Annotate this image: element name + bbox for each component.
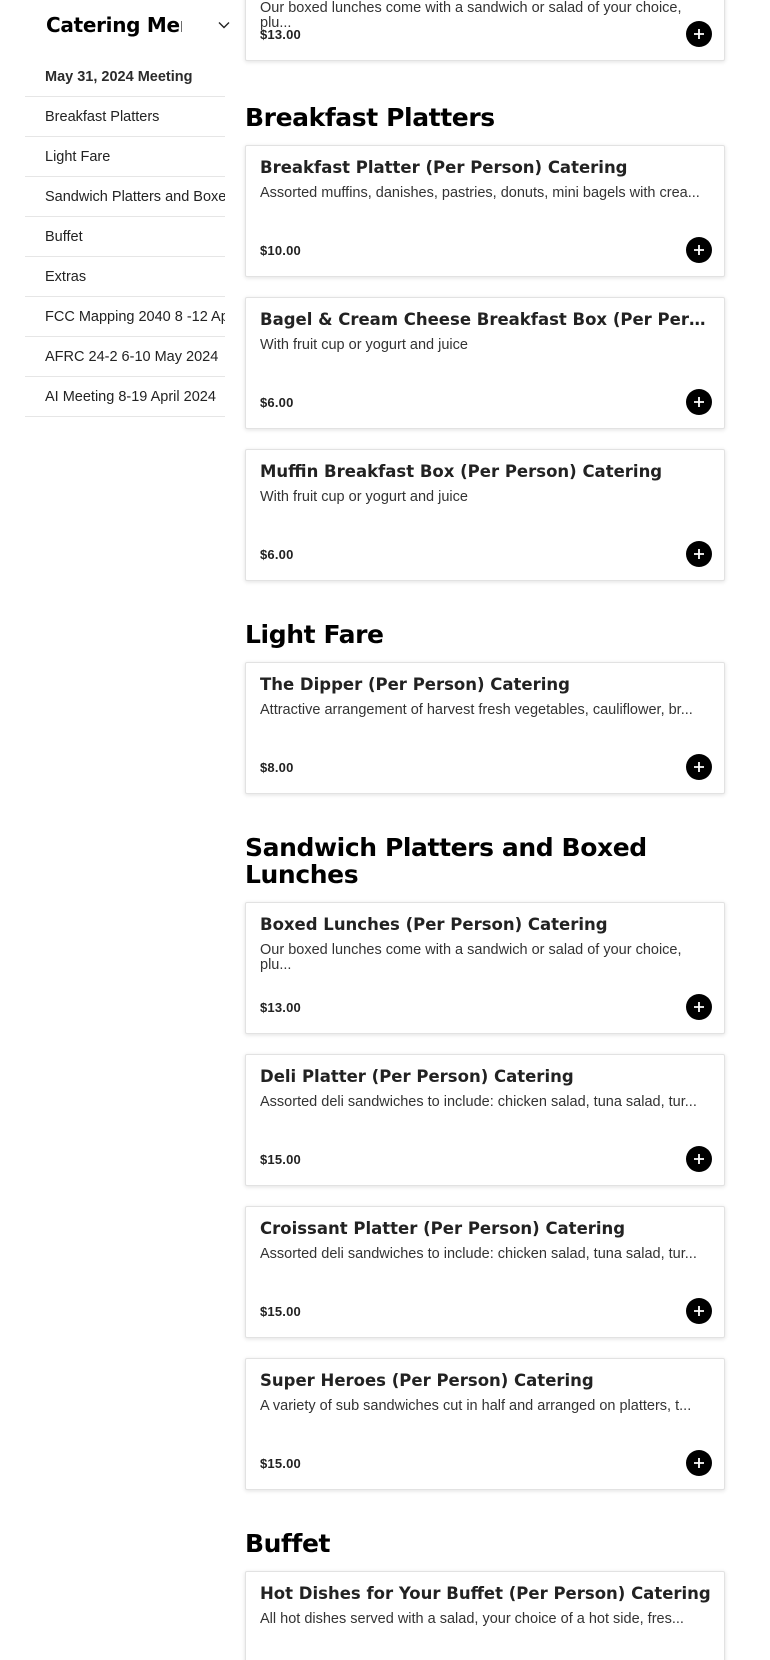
item-title: Bagel & Cream Cheese Breakfast Box (Per … bbox=[260, 310, 712, 329]
plus-icon bbox=[694, 245, 704, 255]
item-title: Breakfast Platter (Per Person) Catering bbox=[260, 158, 628, 177]
add-to-order-button[interactable] bbox=[686, 1146, 712, 1172]
menu-item-card[interactable]: Bagel & Cream Cheese Breakfast Box (Per … bbox=[245, 297, 725, 429]
item-description: With fruit cup or yogurt and juice bbox=[260, 489, 468, 505]
add-to-order-button[interactable] bbox=[686, 994, 712, 1020]
menu-item-card[interactable]: Deli Platter (Per Person) Catering Assor… bbox=[245, 1054, 725, 1186]
add-to-order-button[interactable] bbox=[686, 237, 712, 263]
add-to-order-button[interactable] bbox=[686, 541, 712, 567]
item-price: $6.00 bbox=[260, 547, 294, 562]
item-price: $6.00 bbox=[260, 395, 294, 410]
section-heading-buffet: Buffet bbox=[245, 1529, 331, 1558]
section-heading-sandwich-platters: Sandwich Platters and Boxed Lunches bbox=[245, 833, 647, 889]
item-title: Deli Platter (Per Person) Catering bbox=[260, 1067, 574, 1086]
item-price: $10.00 bbox=[260, 243, 301, 258]
menu-item-card[interactable]: Hot Dishes for Your Buffet (Per Person) … bbox=[245, 1571, 725, 1660]
add-to-order-button[interactable] bbox=[686, 1450, 712, 1476]
item-description: All hot dishes served with a salad, your… bbox=[260, 1611, 684, 1627]
menu-item-card[interactable]: Muffin Breakfast Box (Per Person) Cateri… bbox=[245, 449, 725, 581]
item-title: Super Heroes (Per Person) Catering bbox=[260, 1371, 594, 1390]
plus-icon bbox=[694, 549, 704, 559]
sidebar-item-fcc-mapping[interactable]: FCC Mapping 2040 8 -12 April bbox=[25, 297, 225, 337]
item-description: Assorted deli sandwiches to include: chi… bbox=[260, 1246, 697, 1262]
item-title: Muffin Breakfast Box (Per Person) Cateri… bbox=[260, 462, 663, 481]
item-price: $15.00 bbox=[260, 1152, 301, 1167]
add-to-order-button[interactable] bbox=[686, 754, 712, 780]
chevron-down-icon[interactable] bbox=[217, 18, 231, 32]
item-description: Assorted muffins, danishes, pastries, do… bbox=[260, 185, 700, 201]
section-heading-light-fare: Light Fare bbox=[245, 620, 384, 649]
item-description: Our boxed lunches come with a sandwich o… bbox=[260, 942, 682, 973]
menu-item-card[interactable]: Croissant Platter (Per Person) Catering … bbox=[245, 1206, 725, 1338]
menu-item-card[interactable]: Boxed Lunches (Per Person) Catering Our … bbox=[245, 902, 725, 1034]
plus-icon bbox=[694, 1306, 704, 1316]
menu-item-card[interactable]: The Dipper (Per Person) Catering Attract… bbox=[245, 662, 725, 794]
item-price: $13.00 bbox=[260, 1000, 301, 1015]
category-nav: May 31, 2024 Meeting Breakfast Platters … bbox=[25, 57, 225, 417]
sidebar-item-extras[interactable]: Extras bbox=[25, 257, 225, 297]
item-description: A variety of sub sandwiches cut in half … bbox=[260, 1398, 692, 1414]
category-dropdown[interactable]: Catering Menu bbox=[46, 10, 230, 40]
item-title: The Dipper (Per Person) Catering bbox=[260, 675, 570, 694]
menu-item-card[interactable]: Breakfast Platter (Per Person) Catering … bbox=[245, 145, 725, 277]
plus-icon bbox=[694, 1458, 704, 1468]
section-heading-breakfast-platters: Breakfast Platters bbox=[245, 103, 495, 132]
add-to-order-button[interactable] bbox=[686, 1298, 712, 1324]
add-to-order-button[interactable] bbox=[686, 21, 712, 47]
item-price: $15.00 bbox=[260, 1304, 301, 1319]
menu-item-card[interactable]: Our boxed lunches come with a sandwich o… bbox=[245, 0, 725, 61]
item-description: Our boxed lunches come with a sandwich o… bbox=[260, 0, 682, 31]
item-title: Hot Dishes for Your Buffet (Per Person) … bbox=[260, 1584, 711, 1603]
item-price: $8.00 bbox=[260, 760, 294, 775]
plus-icon bbox=[694, 397, 704, 407]
sidebar-item-ai-meeting[interactable]: AI Meeting 8-19 April 2024 bbox=[25, 377, 225, 417]
item-price: $15.00 bbox=[260, 1456, 301, 1471]
add-to-order-button[interactable] bbox=[686, 389, 712, 415]
item-description: Assorted deli sandwiches to include: chi… bbox=[260, 1094, 697, 1110]
sidebar-item-breakfast-platters[interactable]: Breakfast Platters bbox=[25, 97, 225, 137]
item-title: Croissant Platter (Per Person) Catering bbox=[260, 1219, 626, 1238]
sidebar-item-light-fare[interactable]: Light Fare bbox=[25, 137, 225, 177]
sidebar-title: Catering Menu bbox=[46, 13, 182, 37]
menu-item-card[interactable]: Super Heroes (Per Person) Catering A var… bbox=[245, 1358, 725, 1490]
item-description: With fruit cup or yogurt and juice bbox=[260, 337, 468, 353]
sidebar-item-may-31-meeting[interactable]: May 31, 2024 Meeting bbox=[25, 57, 225, 97]
plus-icon bbox=[694, 29, 704, 39]
plus-icon bbox=[694, 762, 704, 772]
item-price: $13.00 bbox=[260, 27, 301, 42]
sidebar-item-afrc[interactable]: AFRC 24-2 6-10 May 2024 bbox=[25, 337, 225, 377]
plus-icon bbox=[694, 1002, 704, 1012]
sidebar-item-sandwich-platters[interactable]: Sandwich Platters and Boxed Lunches bbox=[25, 177, 225, 217]
item-title: Boxed Lunches (Per Person) Catering bbox=[260, 915, 608, 934]
plus-icon bbox=[694, 1154, 704, 1164]
item-description: Attractive arrangement of harvest fresh … bbox=[260, 702, 693, 718]
sidebar-item-buffet[interactable]: Buffet bbox=[25, 217, 225, 257]
